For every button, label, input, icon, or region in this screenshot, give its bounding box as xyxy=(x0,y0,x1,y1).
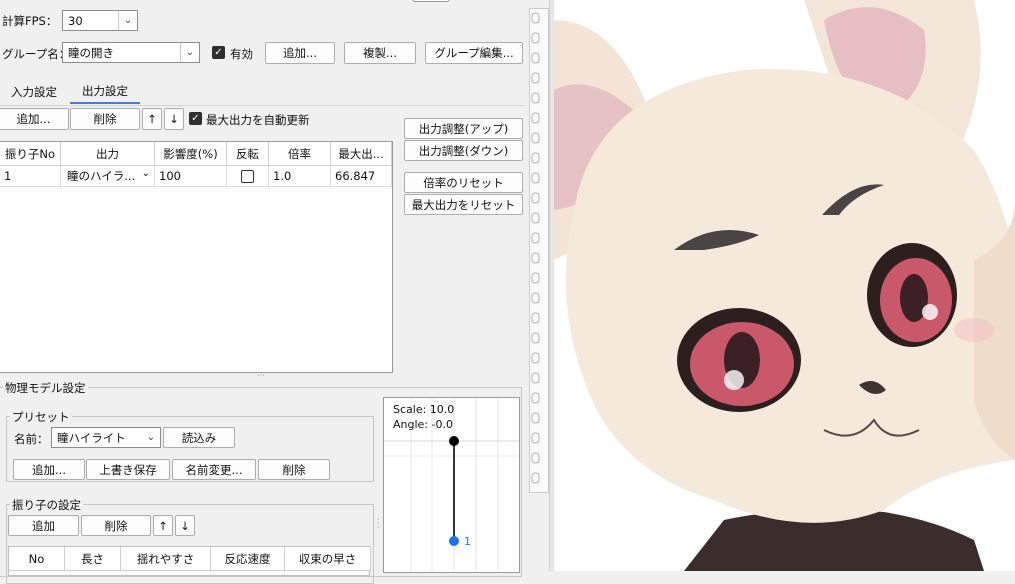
fps-label: 計算FPS： xyxy=(2,14,58,28)
auto-update-label: 最大出力を自動更新 xyxy=(206,113,310,127)
reset-scale-button[interactable]: 倍率のリセット xyxy=(404,172,523,193)
group-label: グループ名： xyxy=(2,47,71,61)
adjust-down-button[interactable]: 出力調整(ダウン) xyxy=(404,140,523,161)
preset-load-button[interactable]: 読込み xyxy=(163,427,235,448)
pendulum-anchor xyxy=(449,436,459,446)
pendulum-col-convergence[interactable]: 収束の早さ xyxy=(285,547,371,571)
pendulum-preview[interactable]: Scale: 10.0 Angle: -0.0 1 xyxy=(383,397,520,573)
preset-title: プリセット xyxy=(10,409,72,425)
cell-invert[interactable] xyxy=(227,166,269,187)
pendulum-col-no[interactable]: No xyxy=(9,547,65,571)
fps-value: 30 xyxy=(68,13,83,28)
col-header-output[interactable]: 出力 xyxy=(61,142,155,166)
timeline-strip[interactable] xyxy=(529,8,549,493)
pendulum-add-button[interactable]: 追加 xyxy=(8,515,79,536)
group-select[interactable]: 瞳の開き ⌄ xyxy=(62,42,200,63)
preview-scale-text: Scale: 10.0 xyxy=(393,403,455,416)
model-viewport[interactable] xyxy=(554,0,1015,571)
preset-delete-button[interactable]: 削除 xyxy=(258,459,330,480)
tab-divider xyxy=(0,105,524,106)
group-edit-button[interactable]: グループ編集... xyxy=(425,42,523,64)
col-header-influence[interactable]: 影響度(%) xyxy=(155,142,227,166)
preset-name-label: 名前： xyxy=(14,432,49,446)
group-duplicate-button[interactable]: 複製... xyxy=(344,42,416,64)
splitter-grip-vertical[interactable]: · · · xyxy=(377,516,381,532)
splitter-grip[interactable]: ··· xyxy=(254,372,268,380)
preset-name-value: 瞳ハイライト xyxy=(57,430,126,445)
reset-max-button[interactable]: 最大出力をリセット xyxy=(404,194,523,215)
pendulum-up-button[interactable]: ↑ xyxy=(153,515,173,536)
pendulum-col-sway[interactable]: 揺れやすさ xyxy=(121,547,211,571)
tab-output-settings[interactable]: 出力設定 xyxy=(70,80,140,104)
preset-add-button[interactable]: 追加... xyxy=(13,459,85,480)
col-header-no[interactable]: 振り子No xyxy=(0,142,61,166)
chevron-down-icon: ⌄ xyxy=(180,43,199,62)
output-delete-button[interactable]: 削除 xyxy=(70,108,140,130)
cell-influence[interactable]: 100 xyxy=(155,166,227,187)
chevron-down-icon: ⌄ xyxy=(146,432,156,443)
preview-node-label: 1 xyxy=(464,535,471,548)
chevron-down-icon: ⌄ xyxy=(141,168,150,179)
pendulum-col-reaction[interactable]: 反応速度 xyxy=(211,547,285,571)
character-illustration xyxy=(554,0,1015,571)
physics-settings-title: 物理モデル設定 xyxy=(3,380,88,396)
pendulum-delete-button[interactable]: 削除 xyxy=(81,515,151,536)
output-add-button[interactable]: 追加... xyxy=(0,108,69,130)
output-table[interactable]: 振り子No 出力 影響度(%) 反転 倍率 最大出... 1 瞳のハイラ... … xyxy=(0,141,393,373)
pendulum-node xyxy=(449,536,459,546)
col-header-scale[interactable]: 倍率 xyxy=(269,142,331,166)
enabled-label: 有効 xyxy=(230,47,253,61)
invert-checkbox[interactable] xyxy=(241,169,254,183)
group-value: 瞳の開き xyxy=(68,45,114,60)
fps-select[interactable]: 30 ⌄ xyxy=(62,10,138,31)
enabled-checkbox[interactable]: ✓ xyxy=(212,46,225,59)
preset-overwrite-button[interactable]: 上書き保存 xyxy=(86,459,170,480)
pendulum-table[interactable]: No 長さ 揺れやすさ 反応速度 収束の早さ xyxy=(8,546,371,576)
group-add-button[interactable]: 追加... xyxy=(265,42,335,64)
preset-rename-button[interactable]: 名前変更... xyxy=(172,459,256,480)
adjust-up-button[interactable]: 出力調整(アップ) xyxy=(404,118,523,139)
pendulum-title: 振り子の設定 xyxy=(10,497,83,513)
auto-update-checkbox[interactable]: ✓ xyxy=(189,112,202,125)
pendulum-down-button[interactable]: ↓ xyxy=(175,515,195,536)
chevron-down-icon: ⌄ xyxy=(118,11,137,30)
cell-no[interactable]: 1 xyxy=(0,166,61,187)
preview-angle-text: Angle: -0.0 xyxy=(393,418,453,431)
cell-output-select[interactable]: 瞳のハイラ... ⌄ xyxy=(61,166,155,187)
col-header-max[interactable]: 最大出... xyxy=(331,142,392,166)
window-edge xyxy=(412,0,450,2)
timeline-strip-marks xyxy=(531,12,540,484)
cell-scale[interactable]: 1.0 xyxy=(269,166,331,187)
tab-input-settings[interactable]: 入力設定 xyxy=(2,80,66,104)
output-down-button[interactable]: ↓ xyxy=(164,108,184,130)
pendulum-col-length[interactable]: 長さ xyxy=(65,547,121,571)
output-up-button[interactable]: ↑ xyxy=(142,108,162,130)
preset-name-select[interactable]: 瞳ハイライト ⌄ xyxy=(51,427,161,448)
cell-max[interactable]: 66.847 xyxy=(331,166,392,187)
col-header-invert[interactable]: 反転 xyxy=(227,142,269,166)
